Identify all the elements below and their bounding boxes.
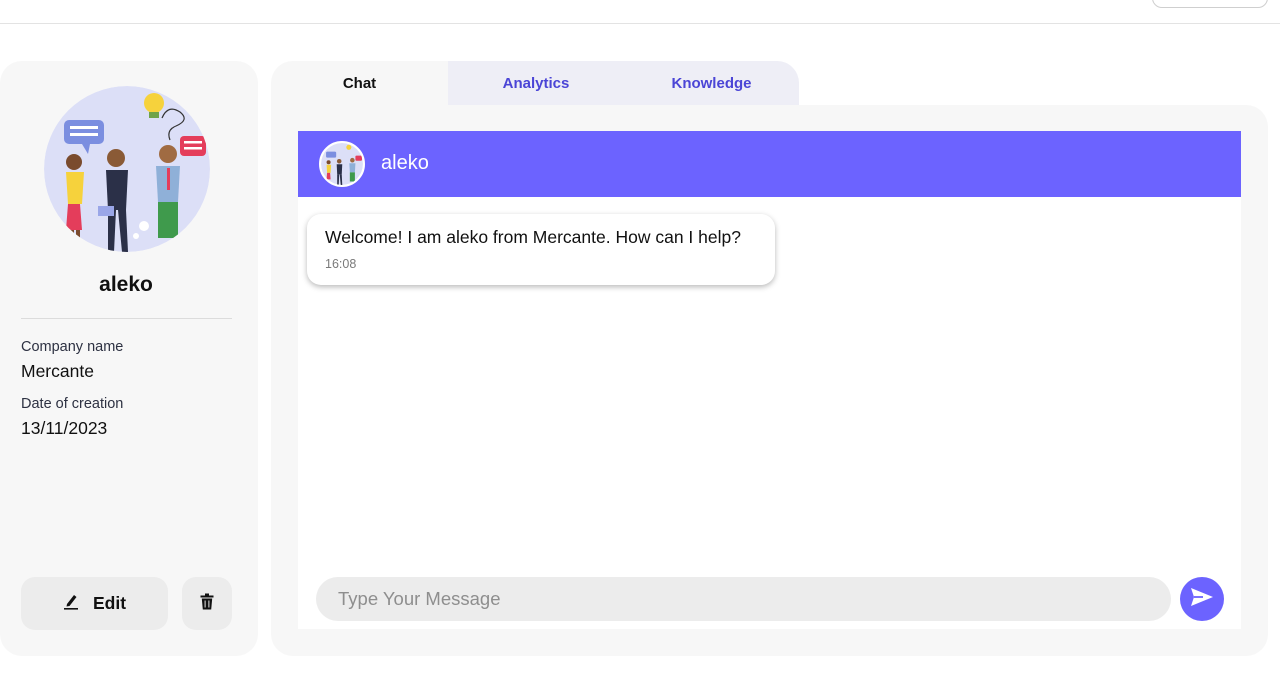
chat-bot-name: aleko [381, 152, 429, 174]
send-button[interactable] [1180, 577, 1224, 621]
profile-card: aleko Company name Mercante Date of crea… [0, 61, 258, 656]
chat-avatar [319, 141, 365, 187]
date-of-creation-value: 13/11/2023 [21, 418, 108, 438]
message-timestamp: 16:08 [325, 257, 357, 271]
delete-button[interactable] [182, 577, 232, 630]
chat-window: aleko Welcome! I am aleko from Mercante.… [298, 131, 1241, 629]
tab-chat[interactable]: Chat [271, 61, 448, 105]
edit-label: Edit [92, 593, 127, 613]
divider [21, 318, 232, 319]
top-right-button[interactable] [1152, 0, 1268, 8]
pencil-icon [63, 592, 79, 615]
trash-icon [200, 593, 214, 615]
tab-bar: Chat Analytics Knowledge [271, 61, 799, 105]
date-of-creation-label: Date of creation [21, 396, 124, 412]
company-name-label: Company name [21, 339, 124, 355]
message-input[interactable] [316, 577, 1171, 621]
assistant-avatar [44, 86, 210, 252]
send-icon [1190, 587, 1214, 612]
chat-message: Welcome! I am aleko from Mercante. How c… [307, 214, 775, 285]
tab-knowledge[interactable]: Knowledge [624, 61, 799, 105]
company-name-value: Mercante [21, 361, 94, 381]
tab-analytics[interactable]: Analytics [448, 61, 624, 105]
message-text: Welcome! I am aleko from Mercante. How c… [325, 227, 741, 247]
chat-header: aleko [298, 131, 1241, 197]
assistant-name: aleko [99, 273, 153, 296]
edit-button[interactable]: Edit [21, 577, 168, 630]
top-bar [0, 0, 1280, 24]
